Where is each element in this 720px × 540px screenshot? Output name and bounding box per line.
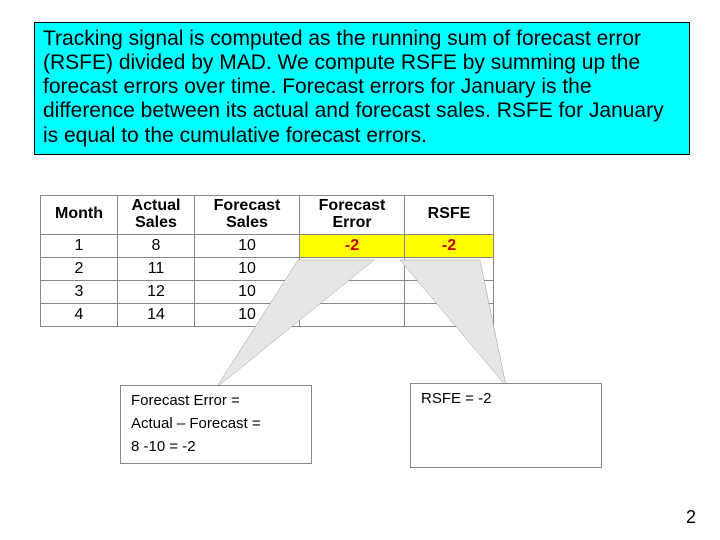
header-month: Month — [41, 196, 118, 235]
header-forecast: Forecast Sales — [195, 196, 300, 235]
table-row: 2 11 10 — [41, 257, 494, 280]
description-box: Tracking signal is computed as the runni… — [34, 22, 690, 155]
cell-error — [300, 303, 405, 326]
table-body: 1 8 10 -2 -2 2 11 10 3 12 10 4 14 10 — [41, 234, 494, 326]
cell-rsfe — [405, 280, 494, 303]
callout-rsfe: RSFE = -2 — [410, 383, 602, 468]
cell-actual: 14 — [118, 303, 195, 326]
cell-month: 4 — [41, 303, 118, 326]
cell-forecast: 10 — [195, 303, 300, 326]
cell-error — [300, 257, 405, 280]
header-error: Forecast Error — [300, 196, 405, 235]
cell-error — [300, 280, 405, 303]
data-table: Month Actual Sales Forecast Sales Foreca… — [40, 195, 494, 327]
cell-rsfe — [405, 257, 494, 280]
cell-forecast: 10 — [195, 257, 300, 280]
callout-line: Actual – Forecast = — [121, 411, 311, 434]
cell-rsfe: -2 — [405, 234, 494, 257]
header-rsfe: RSFE — [405, 196, 494, 235]
cell-actual: 8 — [118, 234, 195, 257]
cell-rsfe — [405, 303, 494, 326]
cell-actual: 12 — [118, 280, 195, 303]
callout-line: Forecast Error = — [121, 386, 311, 411]
description-text: Tracking signal is computed as the runni… — [43, 27, 664, 147]
cell-error: -2 — [300, 234, 405, 257]
cell-month: 1 — [41, 234, 118, 257]
cell-forecast: 10 — [195, 280, 300, 303]
table-row: 1 8 10 -2 -2 — [41, 234, 494, 257]
cell-forecast: 10 — [195, 234, 300, 257]
cell-month: 2 — [41, 257, 118, 280]
cell-month: 3 — [41, 280, 118, 303]
callout-line: 8 -10 = -2 — [121, 434, 311, 463]
cell-actual: 11 — [118, 257, 195, 280]
table-row: 3 12 10 — [41, 280, 494, 303]
callout-forecast-error: Forecast Error = Actual – Forecast = 8 -… — [120, 385, 312, 464]
table-row: 4 14 10 — [41, 303, 494, 326]
page-number: 2 — [686, 507, 696, 528]
table-header-row: Month Actual Sales Forecast Sales Foreca… — [41, 196, 494, 235]
header-actual: Actual Sales — [118, 196, 195, 235]
callout-line: RSFE = -2 — [411, 384, 601, 467]
